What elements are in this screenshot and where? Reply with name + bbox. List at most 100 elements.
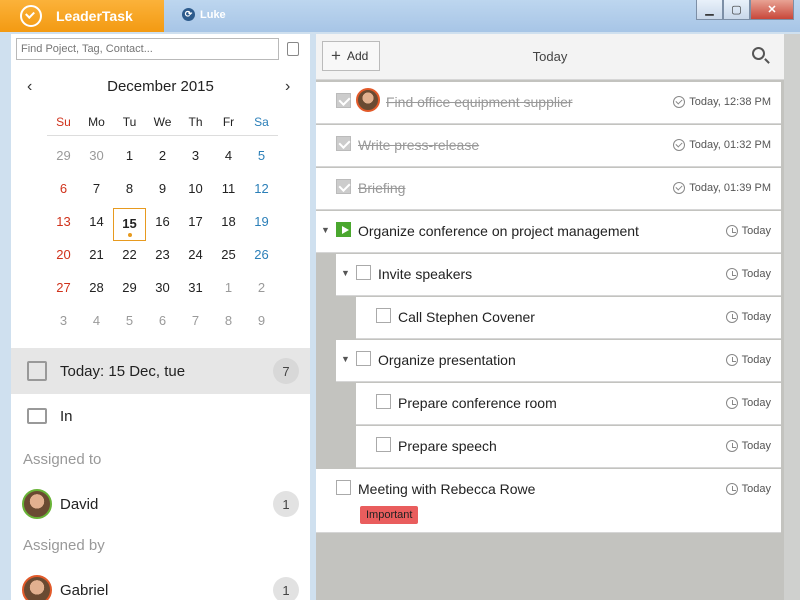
calendar-day[interactable]: 6 — [146, 307, 179, 340]
sidebar-item-david[interactable]: David 1 — [11, 484, 310, 524]
contacts-icon[interactable] — [287, 42, 299, 56]
task-row[interactable]: Prepare conference room Today — [356, 383, 781, 425]
toolbar: + Add Today — [316, 34, 784, 80]
clock-icon — [725, 354, 738, 366]
calendar-day[interactable]: 29 — [47, 142, 80, 175]
task-title: Prepare conference room — [398, 395, 557, 411]
calendar-day[interactable]: 4 — [212, 142, 245, 175]
task-title: Meeting with Rebecca Rowe — [358, 481, 536, 497]
calendar-day[interactable]: 9 — [146, 175, 179, 208]
maximize-button[interactable]: ▢ — [723, 0, 750, 20]
task-row[interactable]: ▼ Organize conference on project managem… — [316, 211, 781, 253]
task-row[interactable]: Meeting with Rebecca Rowe Today Importan… — [316, 469, 781, 533]
task-checkbox[interactable] — [336, 93, 351, 108]
task-checkbox[interactable] — [336, 179, 351, 194]
task-due: Today — [725, 268, 771, 280]
weekday-label: We — [153, 115, 172, 129]
calendar-day[interactable]: 28 — [80, 274, 113, 307]
calendar-day[interactable]: 14 — [80, 208, 113, 241]
minimize-button[interactable]: ▁ — [696, 0, 723, 20]
calendar-day[interactable]: 22 — [113, 241, 146, 274]
calendar-day[interactable]: 2 — [245, 274, 278, 307]
calendar-day[interactable]: 5 — [113, 307, 146, 340]
collapse-arrow-icon[interactable]: ▼ — [341, 354, 350, 364]
calendar-day[interactable]: 2 — [146, 142, 179, 175]
due-text: Today, 01:39 PM — [689, 182, 771, 194]
task-checkbox[interactable] — [356, 265, 371, 280]
avatar — [22, 489, 52, 519]
task-due: Today — [725, 225, 771, 237]
next-month-button[interactable]: › — [285, 78, 290, 96]
calendar-day[interactable]: 12 — [245, 175, 278, 208]
calendar-day[interactable]: 3 — [47, 307, 80, 340]
calendar-day[interactable]: 16 — [146, 208, 179, 241]
task-row[interactable]: Prepare speech Today — [356, 426, 781, 468]
scrollbar[interactable] — [784, 34, 800, 600]
task-checkbox[interactable] — [336, 136, 351, 151]
calendar-day[interactable]: 1 — [212, 274, 245, 307]
task-checkbox[interactable] — [336, 480, 351, 495]
calendar-day[interactable]: 4 — [80, 307, 113, 340]
calendar-day[interactable]: 29 — [113, 274, 146, 307]
task-checkbox[interactable] — [376, 394, 391, 409]
calendar-day[interactable]: 27 — [47, 274, 80, 307]
task-in-progress-icon[interactable] — [336, 222, 351, 237]
due-text: Today — [741, 225, 771, 237]
calendar-day[interactable]: 25 — [212, 241, 245, 274]
calendar-day[interactable]: 13 — [47, 208, 80, 241]
task-due: Today — [725, 311, 771, 323]
calendar-day[interactable]: 20 — [47, 241, 80, 274]
calendar-day[interactable]: 6 — [47, 175, 80, 208]
calendar-day-today[interactable]: 15 — [113, 208, 146, 241]
close-button[interactable]: ✕ — [750, 0, 794, 20]
task-due: Today — [725, 354, 771, 366]
calendar-day[interactable]: 11 — [212, 175, 245, 208]
task-due: Today — [725, 397, 771, 409]
calendar-day[interactable]: 17 — [179, 208, 212, 241]
calendar-day[interactable]: 10 — [179, 175, 212, 208]
sync-icon: ⟳ — [182, 8, 195, 21]
calendar-day[interactable]: 30 — [80, 142, 113, 175]
task-row[interactable]: ▼ Invite speakers Today — [336, 254, 781, 296]
calendar-day[interactable]: 3 — [179, 142, 212, 175]
task-checkbox[interactable] — [376, 437, 391, 452]
important-tag[interactable]: Important — [360, 506, 419, 524]
task-row[interactable]: Find office equipment supplier Today, 12… — [316, 82, 781, 124]
calendar-day[interactable]: 23 — [146, 241, 179, 274]
calendar-day[interactable]: 26 — [245, 241, 278, 274]
calendar-day[interactable]: 5 — [245, 142, 278, 175]
search-input[interactable] — [16, 38, 279, 60]
calendar-day[interactable]: 31 — [179, 274, 212, 307]
calendar-day[interactable]: 7 — [179, 307, 212, 340]
task-row[interactable]: Write press-release Today, 01:32 PM — [316, 125, 781, 167]
today-label: Today: 15 Dec, tue — [60, 362, 186, 380]
task-row[interactable]: ▼ Organize presentation Today — [336, 340, 781, 382]
task-title: Write press-release — [358, 137, 480, 153]
sidebar-item-gabriel[interactable]: Gabriel 1 — [11, 570, 310, 600]
sidebar-item-in[interactable]: In — [11, 396, 310, 436]
calendar-day[interactable]: 8 — [212, 307, 245, 340]
calendar-day[interactable]: 24 — [179, 241, 212, 274]
due-text: Today — [741, 397, 771, 409]
calendar-day[interactable]: 18 — [212, 208, 245, 241]
clock-icon — [725, 311, 738, 323]
sidebar-item-today[interactable]: Today: 15 Dec, tue 7 — [11, 348, 310, 394]
calendar-day[interactable]: 8 — [113, 175, 146, 208]
user-sync[interactable]: ⟳ Luke — [182, 8, 226, 21]
search-icon[interactable] — [752, 47, 765, 60]
calendar-day[interactable]: 7 — [80, 175, 113, 208]
collapse-arrow-icon[interactable]: ▼ — [341, 268, 350, 278]
calendar-day[interactable]: 1 — [113, 142, 146, 175]
task-title: Prepare speech — [398, 438, 497, 454]
collapse-arrow-icon[interactable]: ▼ — [321, 225, 330, 235]
task-checkbox[interactable] — [356, 351, 371, 366]
task-checkbox[interactable] — [376, 308, 391, 323]
task-row[interactable]: Briefing Today, 01:39 PM — [316, 168, 781, 210]
calendar-week: 13 14 15 16 17 18 19 — [47, 208, 278, 241]
due-text: Today, 01:32 PM — [689, 139, 771, 151]
task-row[interactable]: Call Stephen Covener Today — [356, 297, 781, 339]
calendar-day[interactable]: 9 — [245, 307, 278, 340]
calendar-day[interactable]: 21 — [80, 241, 113, 274]
calendar-day[interactable]: 19 — [245, 208, 278, 241]
calendar-day[interactable]: 30 — [146, 274, 179, 307]
